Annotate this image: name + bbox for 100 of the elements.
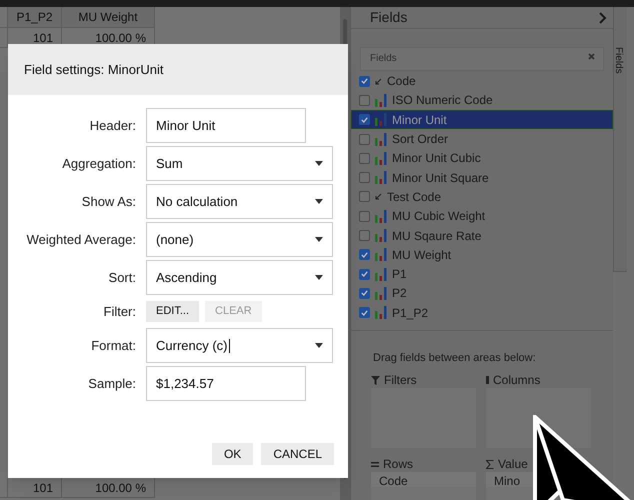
- field-label: Minor Unit Cubic: [392, 150, 481, 168]
- dropdown-caret-icon: [315, 199, 323, 204]
- column-header[interactable]: MU Weight: [62, 7, 155, 28]
- checkbox[interactable]: [359, 172, 370, 184]
- filter-button[interactable]: EDIT...: [146, 301, 200, 322]
- field-item[interactable]: MU Weight: [351, 245, 613, 264]
- field-label: ISO Numeric Code: [392, 92, 493, 110]
- text-field[interactable]: Minor Unit: [146, 108, 306, 143]
- check-icon: [361, 252, 368, 258]
- text-field[interactable]: $1,234.57: [146, 366, 306, 401]
- field-item[interactable]: P1_P2: [351, 303, 613, 322]
- checkbox[interactable]: [359, 152, 370, 164]
- field-item[interactable]: MU Sqaure Rate: [351, 226, 613, 246]
- side-tab-label: Fields: [612, 47, 625, 74]
- checkbox[interactable]: [359, 230, 370, 242]
- column-header[interactable]: P1_P2: [8, 7, 62, 28]
- hint-text: Drag fields between areas below:: [373, 352, 536, 364]
- dropdown[interactable]: Sum: [146, 146, 333, 181]
- dialog-button[interactable]: OK: [212, 443, 254, 465]
- bar-chart-icon: [375, 132, 387, 146]
- sigma-icon: [486, 460, 494, 469]
- check-icon: [361, 310, 368, 316]
- field-label: Code: [387, 73, 416, 90]
- dropdown[interactable]: Currency (c): [146, 328, 333, 363]
- bar-chart-icon: [375, 152, 387, 165]
- field-label: Sort Order: [392, 131, 448, 148]
- field-item[interactable]: Code: [351, 72, 613, 91]
- check-icon: [361, 78, 368, 84]
- bar-chart-icon: [375, 229, 387, 242]
- dropdown[interactable]: Ascending: [146, 260, 333, 295]
- field-label: Test Code: [387, 188, 442, 206]
- check-icon: [361, 271, 368, 278]
- bar-chart-icon: [375, 306, 387, 320]
- field-label: Show As:: [80, 192, 136, 211]
- checkbox[interactable]: [359, 268, 370, 280]
- dropdown-caret-icon: [315, 161, 323, 166]
- field-label: Header:: [88, 116, 136, 135]
- dropdown-caret-icon: [315, 237, 323, 242]
- field-label: Minor Unit Square: [392, 170, 489, 187]
- columns-icon: [486, 376, 489, 384]
- checkbox[interactable]: [359, 76, 370, 87]
- panel-title: Fields: [370, 8, 408, 27]
- checkbox[interactable]: [359, 114, 370, 126]
- field-item[interactable]: Minor Unit Square: [351, 168, 613, 188]
- arrow-icon: [375, 78, 382, 85]
- search-field[interactable]: Fields: [360, 46, 604, 70]
- area-title: Filters: [384, 372, 417, 390]
- bar-chart-icon: [375, 268, 387, 281]
- dropdown-caret-icon: [315, 343, 323, 348]
- check-icon: [361, 116, 368, 123]
- field-label: Sample:: [87, 374, 136, 393]
- clear-icon[interactable]: [588, 53, 595, 60]
- checkbox[interactable]: [359, 191, 370, 202]
- field-label: Aggregation:: [61, 154, 136, 173]
- filter-icon: [371, 376, 380, 385]
- field-label: Format:: [90, 336, 136, 355]
- dialog-button[interactable]: CANCEL: [261, 443, 334, 465]
- bar-chart-icon: [375, 286, 387, 300]
- bar-chart-icon: [375, 94, 387, 107]
- field-label: Sort:: [108, 268, 136, 287]
- arrow-icon: [375, 193, 382, 200]
- field-label: P1: [392, 266, 407, 284]
- field-label: MU Cubic Weight: [392, 208, 486, 226]
- field-item[interactable]: Minor Unit Cubic: [351, 148, 613, 168]
- field-item[interactable]: P2: [351, 284, 613, 304]
- area-title: Value: [498, 456, 528, 474]
- area-title: Rows: [383, 456, 414, 474]
- dropdown[interactable]: (none): [146, 222, 333, 257]
- checkbox[interactable]: [359, 210, 370, 222]
- area-item[interactable]: Code: [371, 472, 476, 488]
- bar-chart-icon: [375, 171, 387, 184]
- area-title: Columns: [493, 372, 540, 390]
- bar-chart-icon: [375, 210, 387, 223]
- field-label: MU Weight: [392, 246, 452, 264]
- field-label: P2: [392, 285, 407, 302]
- checkbox[interactable]: [359, 249, 370, 260]
- bar-chart-icon: [375, 113, 387, 126]
- check-icon: [361, 290, 368, 296]
- field-item[interactable]: Sort Order: [351, 129, 613, 149]
- field-item[interactable]: Test Code: [351, 187, 613, 207]
- dropdown-caret-icon: [315, 275, 323, 280]
- field-item[interactable]: P1: [351, 264, 613, 284]
- checkbox[interactable]: [359, 134, 370, 145]
- field-item[interactable]: ISO Numeric Code: [351, 90, 613, 110]
- dropdown[interactable]: No calculation: [146, 184, 333, 219]
- rows-icon: [371, 462, 379, 467]
- chevron-right-icon[interactable]: [599, 12, 607, 24]
- checkbox[interactable]: [359, 94, 370, 106]
- field-item[interactable]: MU Cubic Weight: [351, 206, 613, 226]
- side-tab[interactable]: Fields: [613, 7, 627, 272]
- field-label: P1_P2: [392, 304, 428, 322]
- checkbox[interactable]: [359, 307, 370, 318]
- text-cursor: [228, 339, 230, 354]
- field-item[interactable]: Minor Unit: [351, 110, 613, 130]
- drop-area[interactable]: Code: [371, 472, 476, 500]
- field-label: Minor Unit: [392, 112, 447, 129]
- field-label: Weighted Average:: [26, 230, 136, 249]
- field-label: Filter:: [102, 302, 136, 321]
- bar-chart-icon: [375, 248, 387, 262]
- checkbox[interactable]: [359, 288, 370, 299]
